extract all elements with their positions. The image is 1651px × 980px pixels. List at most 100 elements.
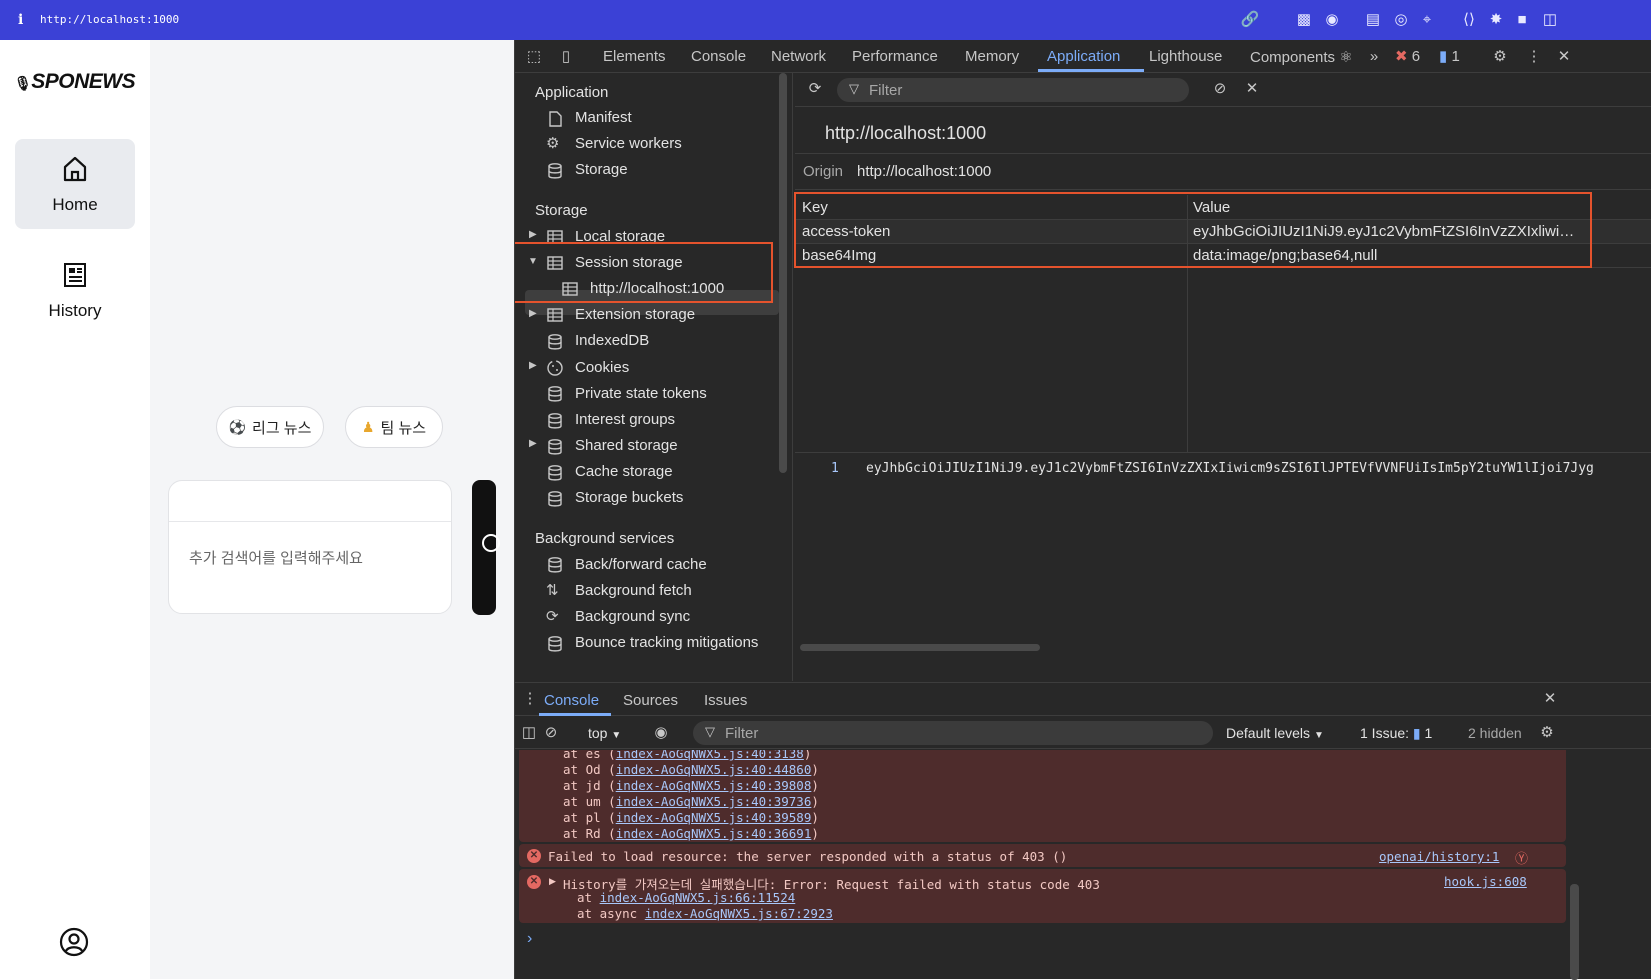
app-viewport: 🎙SPONEWS Home History ⚽ 리그 뉴스 ♟ 팀 뉴스 추가 … [0, 40, 514, 979]
sidebar-item-bounce-tracking[interactable]: Bounce tracking mitigations [575, 634, 758, 651]
sidepanel-icon[interactable]: ◫ [1540, 10, 1560, 30]
error-source-link[interactable]: openai/history:1 [1379, 849, 1499, 864]
drawer-tab-console[interactable]: Console [544, 692, 599, 709]
source-link[interactable]: index-AoGqNWX5.js:40:39736 [616, 794, 812, 809]
expand-arrow-icon[interactable]: ▶ [529, 229, 537, 240]
address-bar[interactable]: http://localhost:1000 [40, 13, 179, 26]
kebab-menu-icon[interactable]: ⋮ [1523, 46, 1545, 68]
app-sidebar: 🎙SPONEWS Home History [0, 40, 150, 979]
sidebar-item-extension-storage[interactable]: Extension storage [575, 306, 695, 323]
site-info-icon[interactable]: i [18, 12, 23, 28]
tab-application[interactable]: Application [1047, 48, 1120, 65]
sidebar-item-storage-overview[interactable]: Storage [575, 161, 628, 178]
more-tabs-icon[interactable]: » [1363, 46, 1385, 68]
clear-console-icon[interactable]: ⊘ [540, 722, 562, 744]
console-prompt[interactable]: › [527, 930, 532, 948]
drawer-menu-icon[interactable]: ⋮ [519, 688, 541, 710]
eye-icon[interactable]: ◉ [650, 722, 672, 744]
issues-counter[interactable]: 1 Issue: ▮ 1 [1360, 725, 1432, 742]
sidebar-item-background-sync[interactable]: Background sync [575, 608, 690, 625]
sidebar-item-manifest[interactable]: Manifest [575, 109, 632, 126]
sidebar-scrollbar[interactable] [779, 73, 787, 473]
drawer-tab-issues[interactable]: Issues [704, 692, 747, 709]
inspect-element-icon[interactable]: ⬚ [523, 46, 545, 68]
newspaper-icon [64, 263, 86, 287]
sidebar-item-storage-buckets[interactable]: Storage buckets [575, 489, 683, 506]
log-levels-dropdown[interactable]: Default levels ▼ [1226, 725, 1324, 741]
filter-placeholder: Filter [869, 82, 903, 99]
screenshot-icon[interactable]: ▩ [1294, 10, 1314, 30]
source-link[interactable]: index-AoGqNWX5.js:40:36691 [616, 826, 812, 841]
avatar-extension-icon[interactable]: ■ [1512, 10, 1532, 30]
settings-gear-icon[interactable]: ⚙ [1489, 46, 1511, 68]
preview-text[interactable]: eyJhbGciOiJIUzI1NiJ9.eyJ1c2VybmFtZSI6InV… [866, 461, 1594, 476]
team-news-chip[interactable]: ♟ 팀 뉴스 [345, 406, 443, 448]
tab-network[interactable]: Network [771, 48, 826, 65]
refresh-icon[interactable]: ⟳ [804, 78, 826, 100]
app-logo[interactable]: 🎙SPONEWS [14, 70, 136, 94]
camera-icon[interactable]: ◉ [1322, 10, 1342, 30]
sidebar-item-indexeddb[interactable]: IndexedDB [575, 332, 649, 349]
network-request-icon[interactable]: Ⓨ [1515, 848, 1528, 867]
sidebar-toggle-icon[interactable]: ◫ [518, 722, 540, 744]
console-filter-input[interactable]: ▽ Filter [693, 721, 1213, 745]
sidebar-item-service-workers[interactable]: Service workers [575, 135, 682, 152]
source-link[interactable]: index-AoGqNWX5.js:67:2923 [645, 906, 833, 921]
sidebar-item-background-fetch[interactable]: Background fetch [575, 582, 692, 599]
drawer-tab-sources[interactable]: Sources [623, 692, 678, 709]
storage-filter-input[interactable]: ▽ Filter [837, 78, 1189, 102]
profile-icon[interactable] [59, 927, 89, 957]
terminal-icon[interactable]: ▤ [1363, 10, 1383, 30]
sidebar-item-cache-storage[interactable]: Cache storage [575, 463, 673, 480]
source-link[interactable]: index-AoGqNWX5.js:66:11524 [600, 890, 796, 905]
search-button[interactable] [472, 480, 500, 615]
database-icon [548, 334, 562, 350]
tab-console[interactable]: Console [691, 48, 746, 65]
league-news-chip[interactable]: ⚽ 리그 뉴스 [216, 406, 324, 448]
tab-lighthouse[interactable]: Lighthouse [1149, 48, 1222, 65]
preview-scrollbar[interactable] [800, 644, 1040, 651]
stack-line: at Rd (index-AoGqNWX5.js:40:36691) [563, 826, 819, 841]
source-link[interactable]: index-AoGqNWX5.js:40:39808 [616, 778, 812, 793]
tab-components[interactable]: Components ⚛ [1250, 48, 1353, 66]
expand-arrow-icon[interactable]: ▶ [549, 876, 556, 887]
tab-performance[interactable]: Performance [852, 48, 938, 65]
error-icon: ✖ [1395, 48, 1408, 65]
expand-arrow-icon[interactable]: ▶ [529, 438, 537, 449]
expand-arrow-icon[interactable]: ▶ [529, 360, 537, 371]
section-background-services: Background services [535, 530, 675, 547]
error-source-link[interactable]: hook.js:608 [1444, 874, 1527, 889]
sidebar-item-bfcache[interactable]: Back/forward cache [575, 556, 707, 573]
delete-selected-icon[interactable]: ✕ [1241, 78, 1263, 100]
source-link[interactable]: index-AoGqNWX5.js:40:44860 [616, 762, 812, 777]
close-drawer-icon[interactable]: ✕ [1539, 688, 1561, 710]
tab-memory[interactable]: Memory [965, 48, 1019, 65]
sidebar-item-cookies[interactable]: Cookies [575, 359, 629, 376]
nav-home[interactable]: Home [15, 139, 135, 229]
close-devtools-icon[interactable]: ✕ [1553, 46, 1575, 68]
search-input[interactable]: 추가 검색어를 입력해주세요 [189, 547, 363, 568]
error-count-badge[interactable]: ✖ 6 [1395, 46, 1433, 68]
device-toolbar-icon[interactable]: ▯ [555, 46, 577, 68]
expand-arrow-icon[interactable]: ▶ [529, 308, 537, 319]
message-count-badge[interactable]: ▮ 1 [1439, 46, 1473, 68]
sidebar-item-interest-groups[interactable]: Interest groups [575, 411, 675, 428]
context-selector[interactable]: top ▼ [588, 725, 621, 741]
tab-elements[interactable]: Elements [603, 48, 666, 65]
source-link[interactable]: index-AoGqNWX5.js:40:39589 [616, 810, 812, 825]
nav-history[interactable]: History [15, 245, 135, 335]
console-scrollbar[interactable] [1570, 884, 1579, 980]
clear-all-icon[interactable]: ⊘ [1209, 78, 1231, 100]
sidebar-item-shared-storage[interactable]: Shared storage [575, 437, 678, 454]
source-link[interactable]: index-AoGqNWX5.js:40:3138 [616, 750, 804, 761]
globe-icon[interactable]: ◎ [1391, 10, 1411, 30]
link-icon[interactable]: 🔗 [1240, 10, 1260, 30]
sidebar-item-private-state-tokens[interactable]: Private state tokens [575, 385, 707, 402]
storage-toolbar: ⟳ ▽ Filter ⊘ ✕ [795, 73, 1651, 107]
code-icon[interactable]: ⟨⟩ [1459, 10, 1479, 30]
console-settings-icon[interactable]: ⚙ [1536, 722, 1558, 744]
key-value-table: Key Value access-token eyJhbGciOiJIUzI1N… [794, 192, 1651, 453]
extension-icon[interactable]: ✸ [1486, 10, 1506, 30]
search-card: 추가 검색어를 입력해주세요 [168, 480, 452, 614]
target-icon[interactable]: ⌖ [1417, 10, 1437, 30]
